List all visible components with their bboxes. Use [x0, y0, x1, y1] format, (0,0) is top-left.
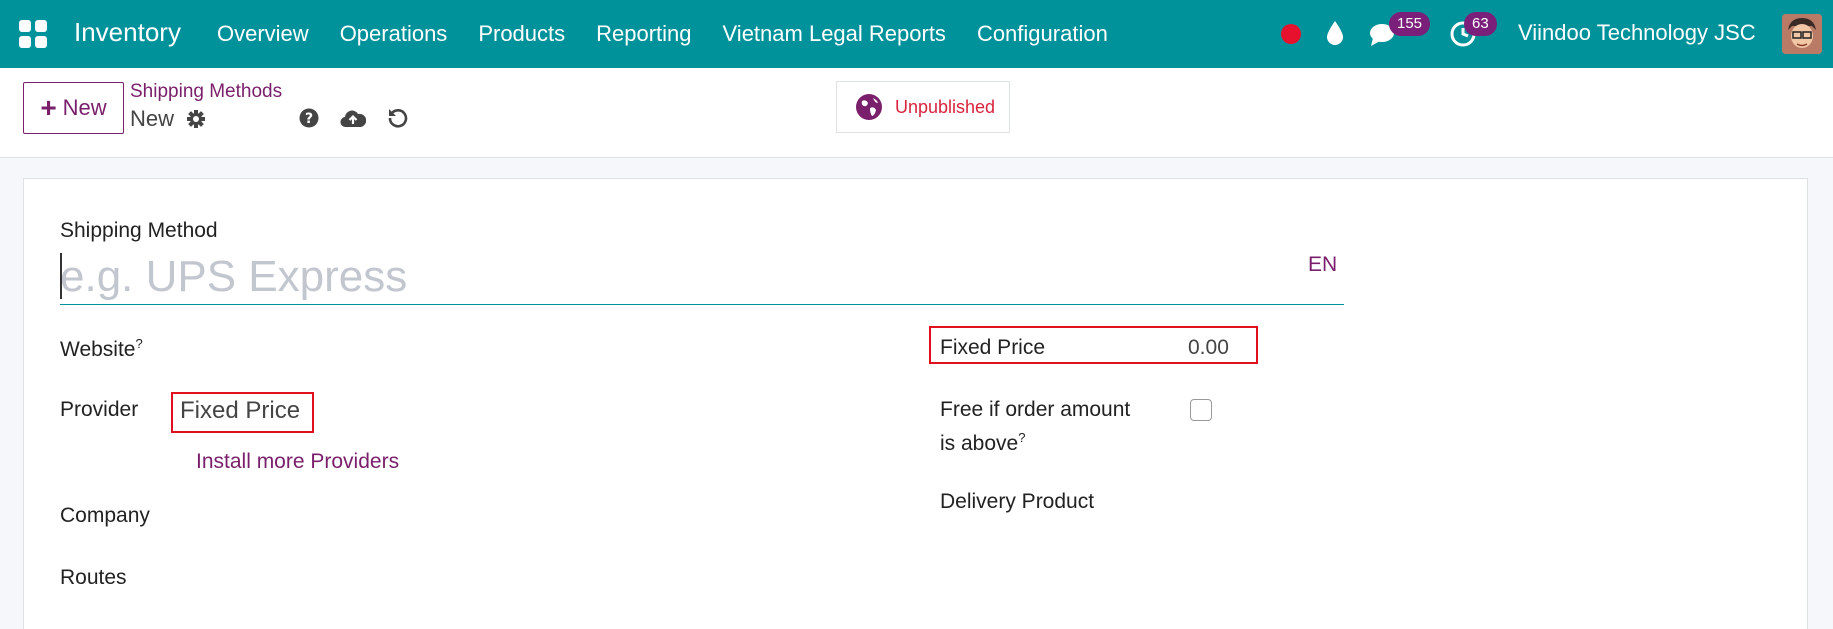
record-name: New	[130, 106, 175, 131]
shipping-method-input[interactable]	[60, 249, 1344, 305]
record-dot-icon[interactable]	[1281, 24, 1301, 44]
drop-icon[interactable]	[1325, 20, 1345, 46]
chat-count-badge: 155	[1389, 12, 1431, 36]
new-button-label: New	[62, 95, 107, 120]
free-if-order-amount-label-line1: Free if order amount	[940, 398, 1131, 421]
menu-item-operations[interactable]: Operations	[340, 21, 448, 47]
cloud-upload-icon[interactable]	[340, 107, 366, 129]
svg-text:?: ?	[305, 111, 313, 127]
text-cursor	[60, 253, 62, 299]
fixed-price-label: Fixed Price	[940, 336, 1046, 359]
globe-icon	[856, 94, 882, 120]
language-button[interactable]: EN	[1308, 253, 1337, 277]
menu-item-products[interactable]: Products	[478, 21, 565, 47]
website-help[interactable]: ?	[135, 336, 142, 351]
delivery-product-label: Delivery Product	[940, 490, 1095, 513]
discard-icon[interactable]	[387, 107, 409, 129]
form-sheet: Shipping Method EN Website? Provider Fix…	[23, 178, 1808, 629]
help-icon[interactable]: ?	[299, 108, 319, 128]
new-button[interactable]: + New	[23, 82, 124, 134]
shipping-method-label: Shipping Method	[60, 219, 218, 242]
activity-count-badge: 63	[1464, 12, 1497, 36]
free-if-help[interactable]: ?	[1018, 430, 1025, 445]
fixed-price-input[interactable]: 0.00	[1188, 336, 1229, 360]
routes-label: Routes	[60, 566, 127, 589]
company-label: Company	[60, 504, 150, 527]
plus-icon: +	[40, 92, 57, 123]
apps-menu-icon[interactable]	[19, 20, 47, 48]
top-navbar: Inventory Overview Operations Products R…	[0, 0, 1833, 68]
publish-button[interactable]: Unpublished	[836, 81, 1010, 133]
install-more-providers-link[interactable]: Install more Providers	[196, 450, 399, 474]
provider-select[interactable]: Fixed Price	[180, 397, 300, 425]
website-label: Website?	[60, 336, 143, 361]
control-panel: + New Shipping Methods New ? Unpublished	[0, 68, 1833, 158]
menu-item-overview[interactable]: Overview	[217, 21, 309, 47]
menu-item-configuration[interactable]: Configuration	[977, 21, 1108, 47]
user-avatar[interactable]	[1782, 14, 1822, 54]
menu-item-reporting[interactable]: Reporting	[596, 21, 691, 47]
main-menu: Overview Operations Products Reporting V…	[217, 0, 1139, 68]
gear-icon[interactable]	[186, 109, 206, 129]
provider-label: Provider	[60, 398, 139, 421]
app-name[interactable]: Inventory	[74, 17, 181, 48]
publish-status: Unpublished	[895, 96, 996, 117]
free-if-order-amount-label-line2: is above?	[940, 430, 1026, 455]
company-switcher[interactable]: Viindoo Technology JSC	[1518, 20, 1756, 46]
menu-item-vietnam-legal-reports[interactable]: Vietnam Legal Reports	[723, 21, 946, 47]
breadcrumb-shipping-methods[interactable]: Shipping Methods	[130, 81, 282, 103]
free-over-checkbox[interactable]	[1190, 399, 1212, 421]
